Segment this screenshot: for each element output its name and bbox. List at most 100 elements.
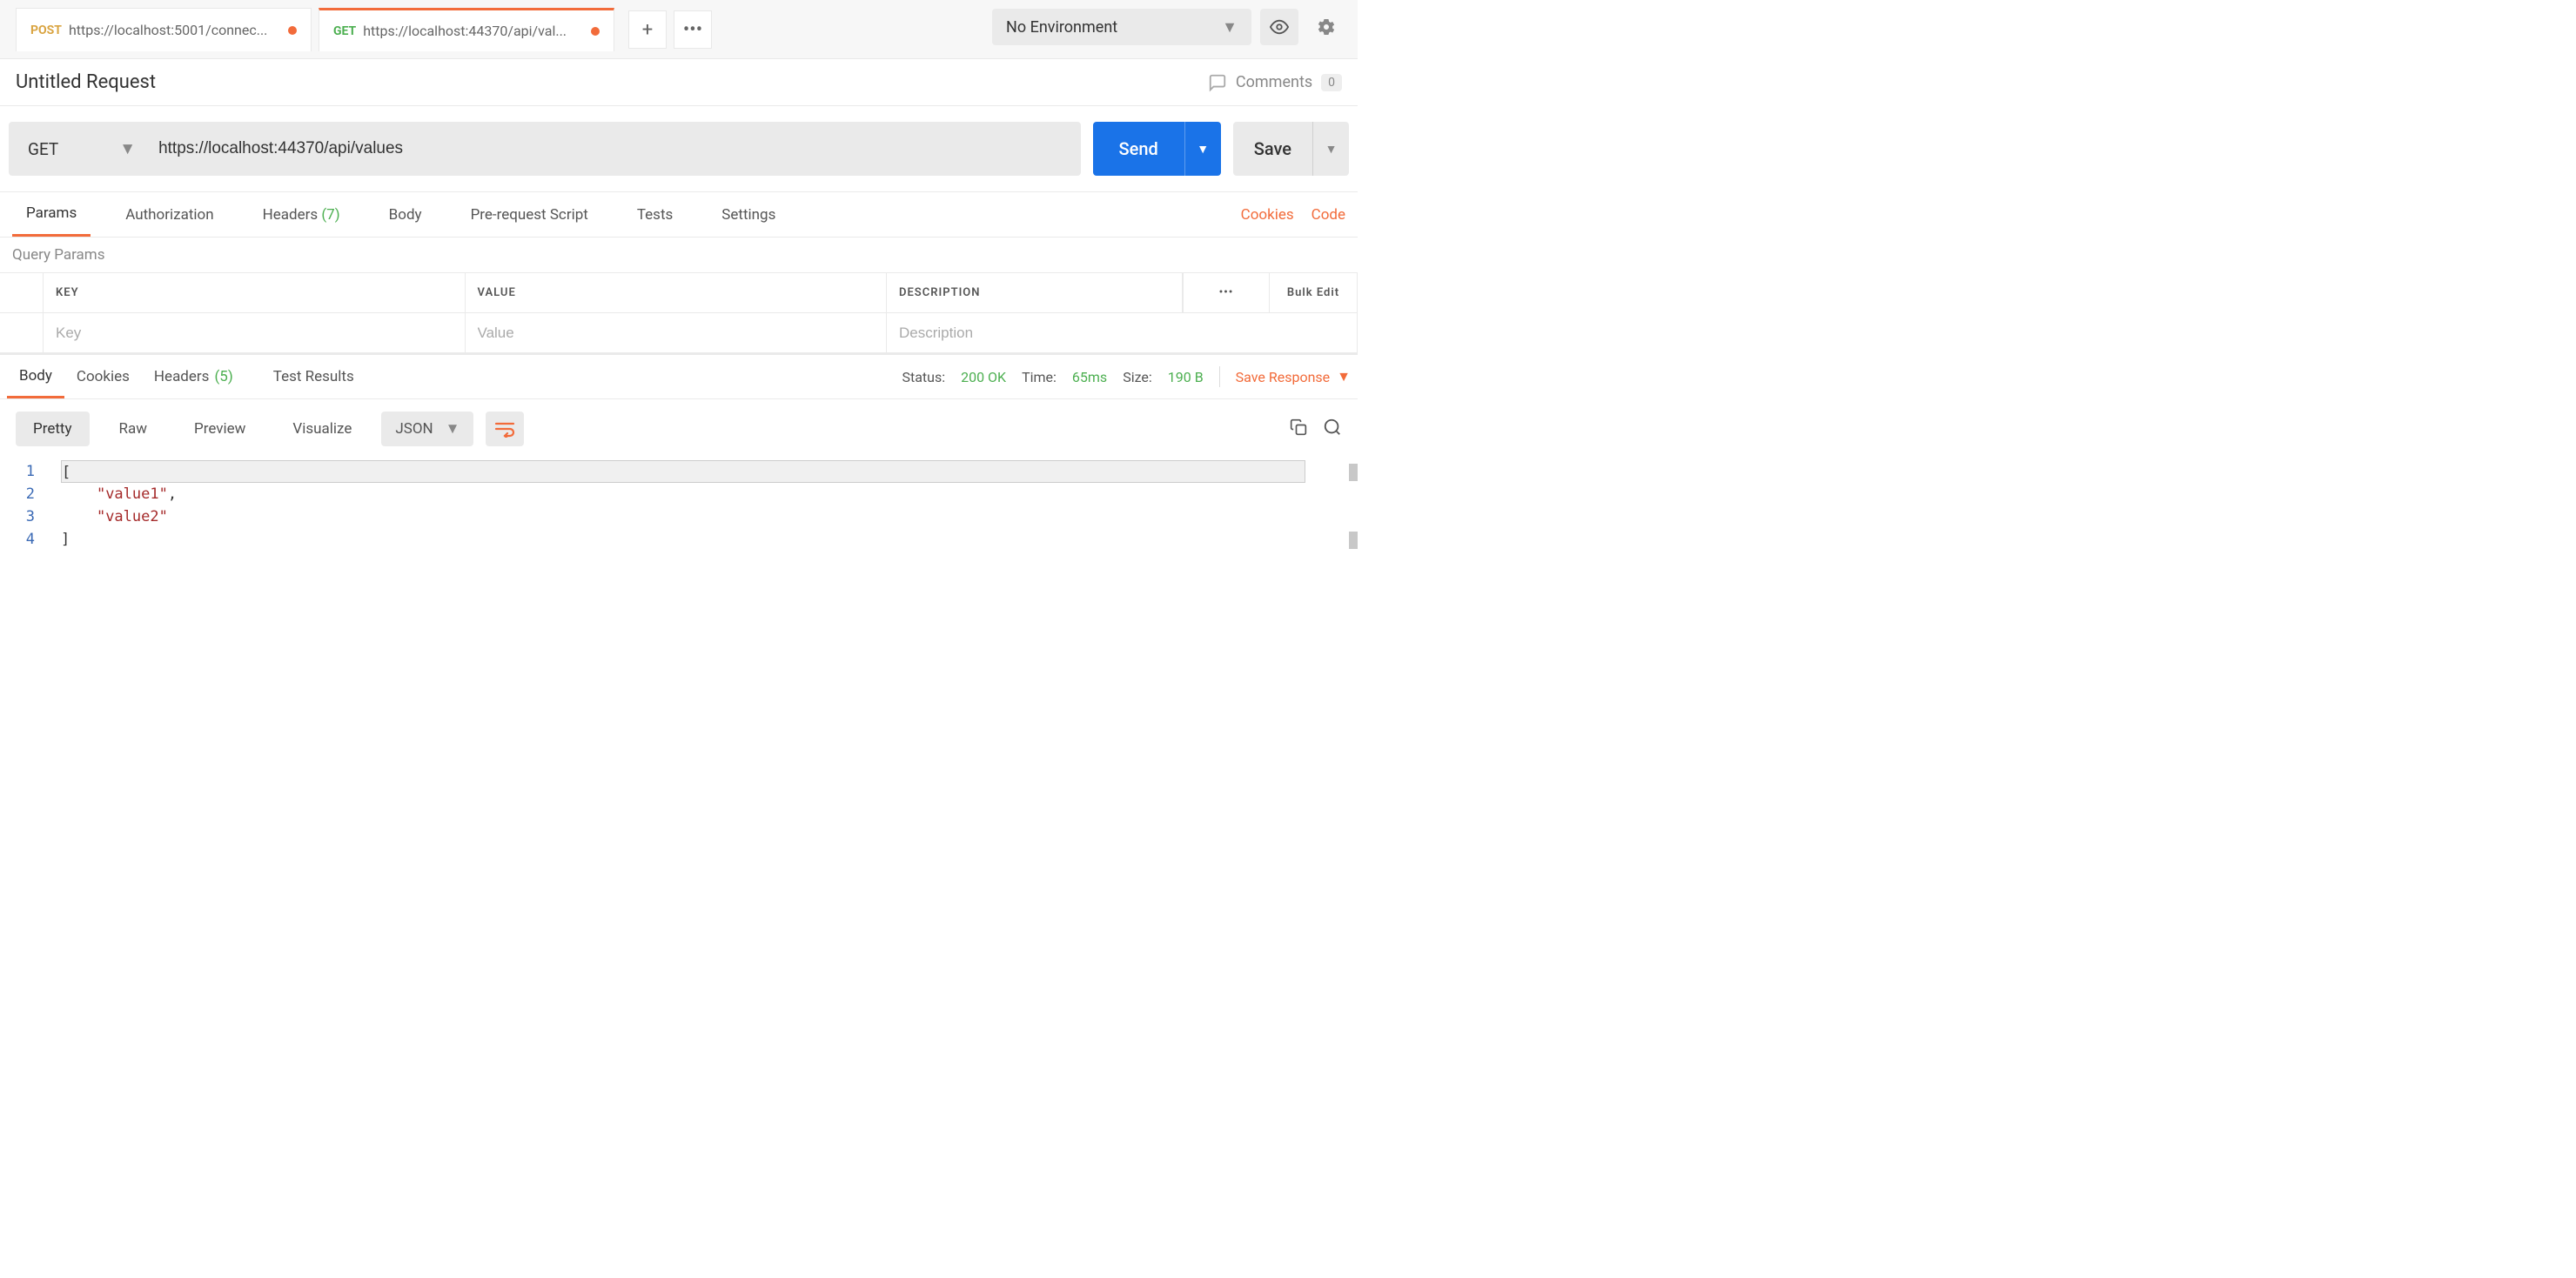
scroll-marker [1349,532,1358,549]
tab-url: https://localhost:5001/connec... [69,22,281,38]
wrap-icon [494,420,515,438]
tab-method: POST [30,23,62,37]
response-tab-body[interactable]: Body [7,355,64,398]
code-line: "value1", [61,483,1358,505]
tab-pre-request-script[interactable]: Pre-request Script [457,192,602,237]
checkbox-column [0,273,44,313]
tab-menu-button[interactable]: ••• [674,10,712,49]
column-options-button[interactable]: ••• [1183,273,1270,313]
tab-settings[interactable]: Settings [708,192,789,237]
view-raw-button[interactable]: Raw [102,412,165,446]
description-header: DESCRIPTION [887,273,1183,313]
save-label: Save [1233,138,1312,159]
bulk-edit-link[interactable]: Bulk Edit [1270,273,1357,313]
request-title[interactable]: Untitled Request [16,71,156,93]
chevron-down-icon: ▼ [1337,368,1351,385]
tab-get-localhost-44370[interactable]: GET https://localhost:44370/api/val... [319,8,614,51]
view-pretty-button[interactable]: Pretty [16,412,90,446]
size-label: Size: [1123,369,1152,385]
view-visualize-button[interactable]: Visualize [275,412,369,446]
code-line: ] [61,528,1358,551]
save-button[interactable]: Save ▼ [1233,122,1349,176]
value-cell[interactable] [466,313,888,353]
tab-tests[interactable]: Tests [623,192,687,237]
url-input[interactable] [143,122,1080,176]
chevron-down-icon: ▼ [1325,142,1338,157]
time-label: Time: [1022,369,1057,385]
value-header: VALUE [466,273,888,313]
send-button[interactable]: Send ▼ [1093,122,1221,176]
scroll-marker [1349,464,1358,481]
plus-icon: + [642,19,653,41]
comments-button[interactable]: Comments 0 [1208,73,1342,92]
save-response-button[interactable]: Save Response ▼ [1236,368,1351,385]
gear-icon [1316,17,1337,37]
dots-icon: ••• [683,19,702,41]
tab-params[interactable]: Params [12,192,91,237]
tab-headers[interactable]: Headers (7) [249,192,354,237]
response-tab-test-results[interactable]: Test Results [261,355,366,398]
tab-post-localhost-5001[interactable]: POST https://localhost:5001/connec... [16,8,312,51]
send-label: Send [1093,138,1184,159]
copy-icon [1290,418,1307,436]
cookies-link[interactable]: Cookies [1241,206,1294,224]
response-body[interactable]: 1 2 3 4 [ "value1", "value2" ] [0,458,1358,598]
status-label: Status: [902,369,945,385]
divider [1219,366,1220,387]
time-value: 65ms [1072,369,1107,385]
request-tabs: Params Authorization Headers (7) Body Pr… [0,192,1358,238]
wrap-lines-button[interactable] [486,412,524,446]
unsaved-dot-icon [591,27,600,36]
params-table: KEY VALUE DESCRIPTION ••• Bulk Edit [0,272,1358,354]
comments-label: Comments [1236,73,1312,91]
chevron-down-icon: ▼ [1222,18,1238,37]
copy-button[interactable] [1290,418,1307,439]
save-dropdown[interactable]: ▼ [1312,122,1349,176]
chevron-down-icon: ▼ [1197,142,1209,157]
method-selector[interactable]: GET ▼ [9,122,155,176]
line-numbers: 1 2 3 4 [0,460,61,596]
tab-authorization[interactable]: Authorization [111,192,227,237]
environment-label: No Environment [1006,18,1117,37]
description-cell[interactable] [887,313,1357,353]
request-title-bar: Untitled Request Comments 0 [0,59,1358,106]
checkbox-cell[interactable] [0,313,44,353]
size-value: 190 B [1168,369,1204,385]
tab-url: https://localhost:44370/api/val... [363,23,584,39]
environment-area: No Environment ▼ [992,0,1358,45]
chevron-down-icon: ▼ [119,138,136,159]
send-dropdown[interactable]: ▼ [1184,122,1221,176]
key-cell[interactable] [44,313,466,353]
environment-quicklook-button[interactable] [1260,9,1298,45]
environment-selector[interactable]: No Environment ▼ [992,9,1251,45]
value-input[interactable] [478,325,875,342]
status-value: 200 OK [961,369,1006,385]
description-input[interactable] [899,325,1345,342]
request-row: GET ▼ Send ▼ Save ▼ [0,106,1358,192]
tab-body[interactable]: Body [375,192,436,237]
comments-count: 0 [1321,74,1342,91]
code-line: "value2" [61,505,1358,528]
response-tabs: Body Cookies Headers(5) Test Results Sta… [0,354,1358,399]
response-tab-headers[interactable]: Headers(5) [142,355,245,398]
top-bar: POST https://localhost:5001/connec... GE… [0,0,1358,59]
key-header: KEY [44,273,466,313]
unsaved-dot-icon [288,26,297,35]
tabs-area: POST https://localhost:5001/connec... GE… [0,0,712,59]
new-tab-button[interactable]: + [628,10,667,49]
settings-button[interactable] [1307,9,1345,45]
response-tab-cookies[interactable]: Cookies [64,355,142,398]
search-button[interactable] [1323,418,1342,440]
eye-icon [1270,17,1289,37]
body-controls: Pretty Raw Preview Visualize JSON ▼ [0,399,1358,458]
chevron-down-icon: ▼ [446,420,460,438]
code-lines: [ "value1", "value2" ] [61,460,1358,596]
code-link[interactable]: Code [1311,206,1345,224]
key-input[interactable] [56,325,453,342]
format-selector[interactable]: JSON ▼ [381,412,473,446]
code-line: [ [61,460,1305,483]
query-params-label: Query Params [0,238,1358,272]
search-icon [1323,418,1342,437]
view-preview-button[interactable]: Preview [177,412,263,446]
method-label: GET [28,139,58,159]
